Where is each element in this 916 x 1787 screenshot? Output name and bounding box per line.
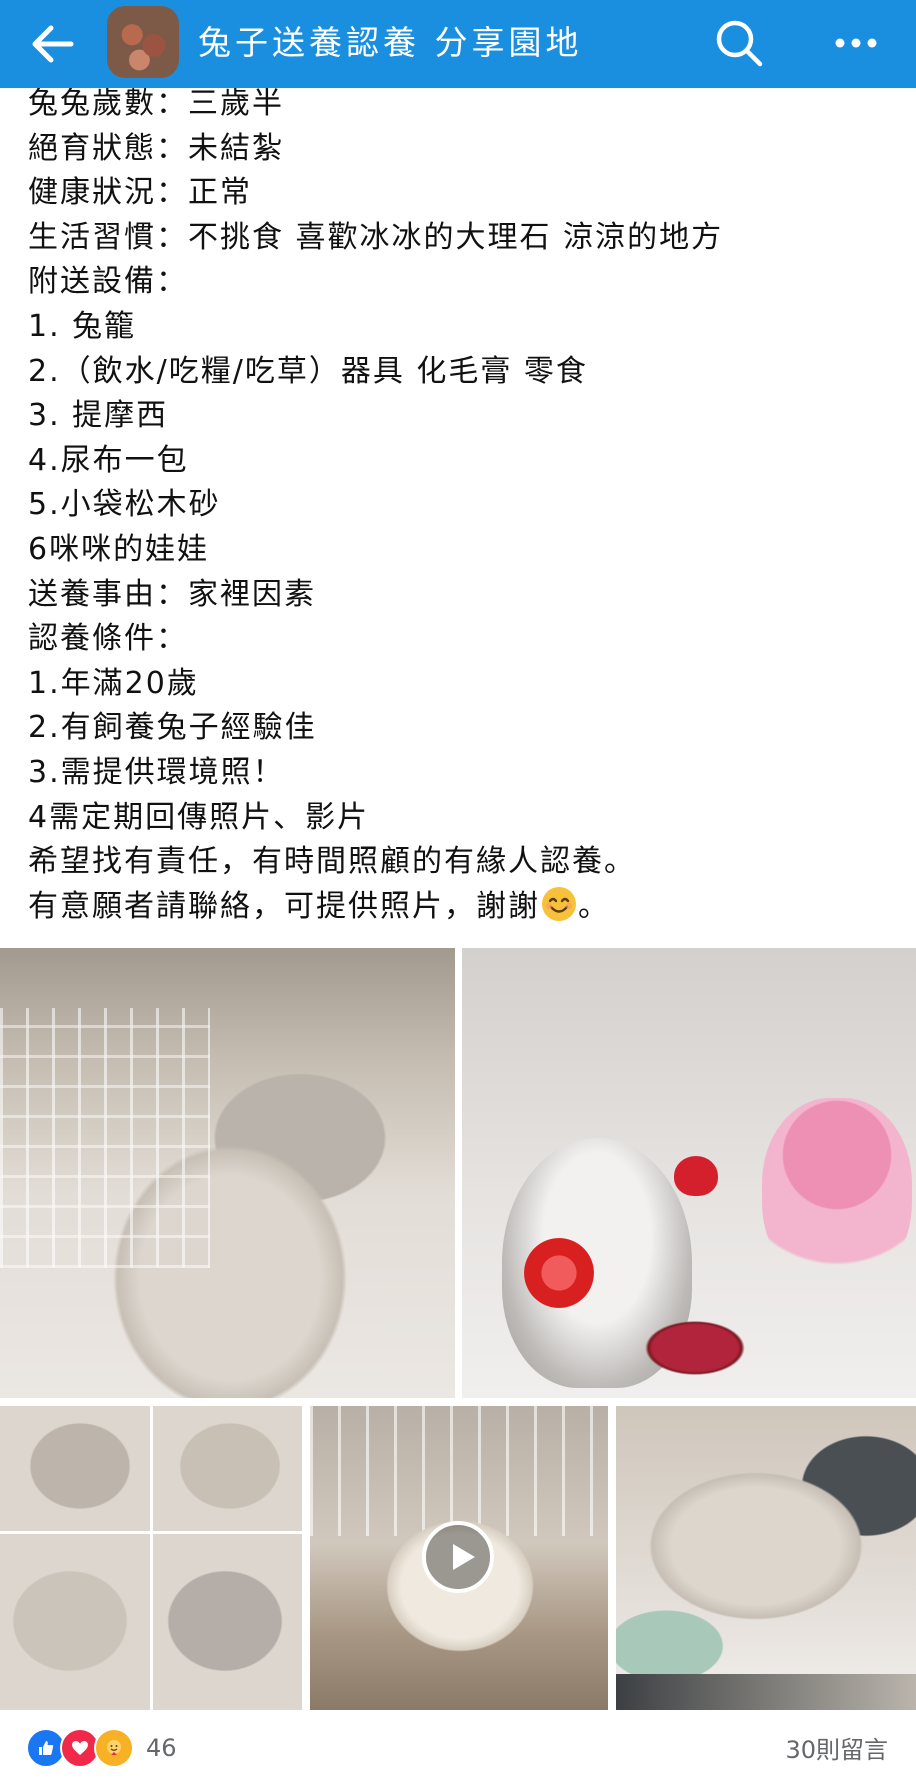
post-line-end: 。: [578, 888, 610, 924]
post-line: 1.年滿20歲: [28, 665, 199, 701]
reactions-summary[interactable]: 46: [26, 1726, 177, 1770]
post-line: 4需定期回傳照片、影片: [28, 799, 370, 835]
post-line: 4.尿布一包: [28, 442, 189, 478]
heart-decoration-icon: [674, 1156, 718, 1196]
search-button[interactable]: [712, 16, 766, 70]
rabbit-photo-bed[interactable]: [616, 1406, 916, 1710]
group-header-bar: 兔子送養認養 分享園地: [0, 0, 916, 88]
back-button[interactable]: [22, 16, 82, 72]
comments-count-link[interactable]: 30則留言: [785, 1730, 888, 1770]
photo-edge-strip: [616, 1674, 916, 1710]
more-options-button[interactable]: [826, 16, 886, 70]
post-line-last: 有意願者請聯絡，可提供照片，謝謝 。: [28, 885, 898, 930]
back-arrow-icon: [32, 25, 74, 63]
rabbit-photo-cage[interactable]: [0, 948, 455, 1398]
post-body: 兔兔歲數：三歲半 絕育狀態：未結紮 健康狀況：正常 生活習慣：不挑食 喜歡冰冰的…: [28, 82, 898, 929]
post-line: 健康狀況：正常: [28, 175, 252, 211]
post-line: 5.小袋松木砂: [28, 487, 221, 523]
post-line: 送養事由：家裡因素: [28, 576, 316, 612]
more-dots-icon: [835, 38, 877, 48]
post-line: 絕育狀態：未結紮: [28, 130, 284, 166]
play-icon[interactable]: [422, 1521, 494, 1593]
smiling-face-emoji-icon: [542, 886, 576, 921]
pink-bear-toy: [762, 1098, 912, 1288]
post-line: 3. 提摩西: [28, 398, 169, 434]
search-icon: [716, 20, 763, 67]
red-flower-decoration: [524, 1238, 594, 1308]
post-line: 希望找有責任，有時間照顧的有緣人認養。: [28, 844, 636, 880]
post-line: 生活習慣：不挑食 喜歡冰冰的大理石 涼涼的地方: [28, 219, 724, 255]
group-title[interactable]: 兔子送養認養 分享園地: [198, 18, 583, 68]
post-line: 附送設備：: [28, 264, 188, 300]
post-line: 認養條件：: [28, 621, 188, 657]
post-line: 6咪咪的娃娃: [28, 531, 210, 567]
care-reaction-icon: [94, 1728, 134, 1768]
cage-detail: [0, 1008, 210, 1268]
cake-decoration: [640, 1318, 750, 1378]
rabbit-video-thumbnail[interactable]: [310, 1406, 608, 1710]
post-line: 3.需提供環境照！: [28, 754, 285, 790]
post-line: 1. 兔籠: [28, 308, 137, 344]
post-line: 2.（飲水/吃糧/吃草）器具 化毛膏 零食: [28, 353, 588, 389]
post-line-text: 有意願者請聯絡，可提供照片，謝謝: [28, 888, 540, 924]
rabbit-photo-collage[interactable]: [0, 1406, 302, 1710]
post-line: 2.有飼養兔子經驗佳: [28, 710, 317, 746]
reaction-count: 46: [146, 1734, 177, 1762]
rabbit-photo-birthday[interactable]: [462, 948, 916, 1398]
group-avatar[interactable]: [107, 6, 179, 78]
post-line: 兔兔歲數：三歲半: [28, 86, 284, 121]
